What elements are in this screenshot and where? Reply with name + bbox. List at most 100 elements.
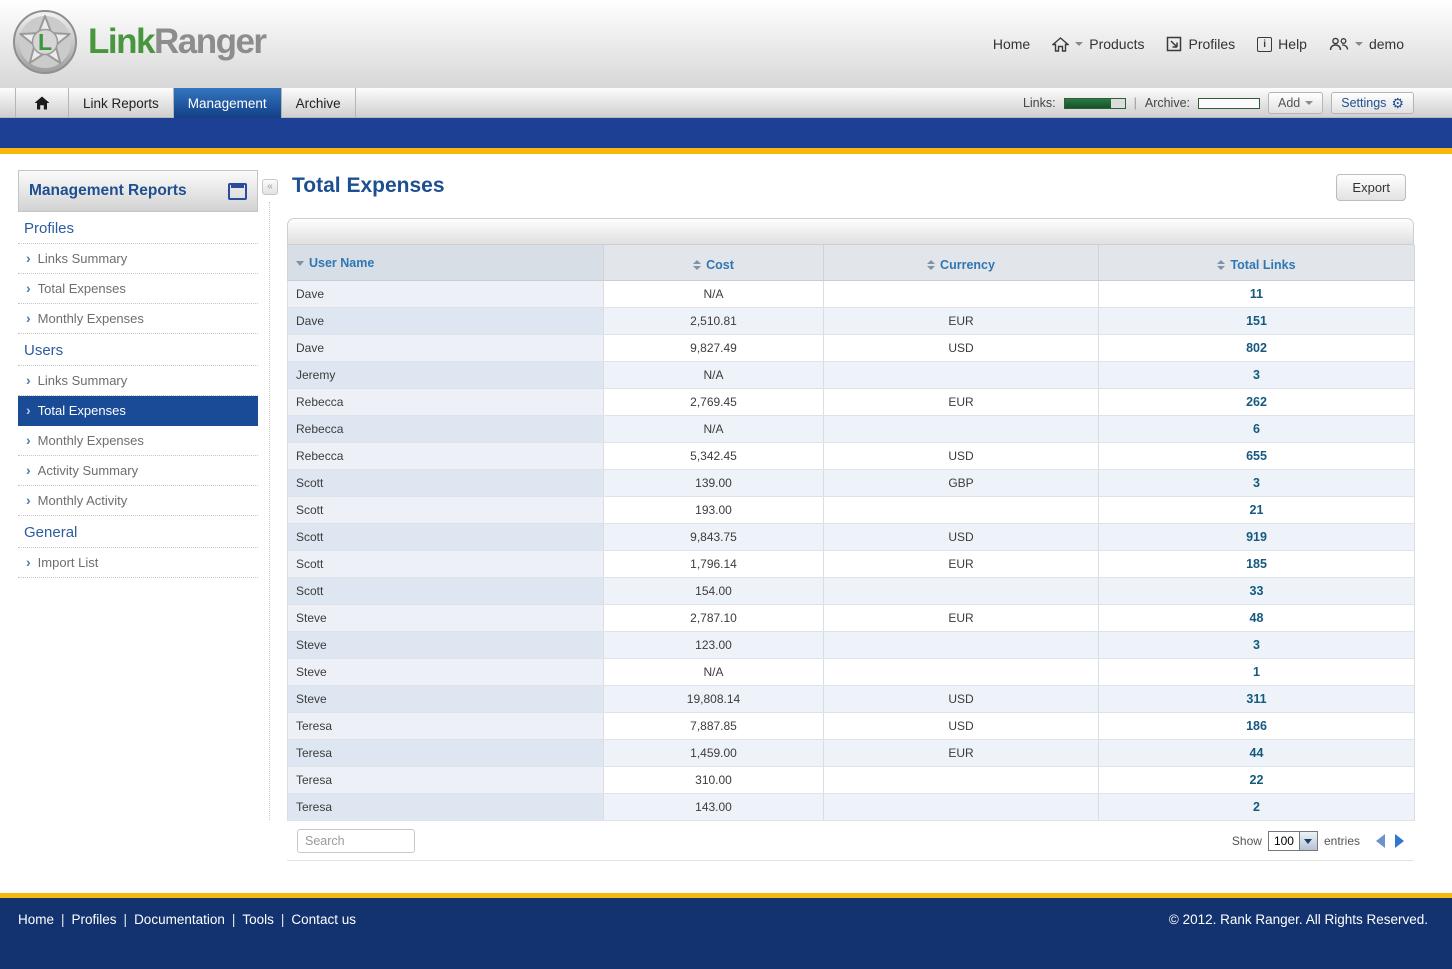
tab-management[interactable]: Management — [174, 88, 282, 118]
settings-button[interactable]: Settings ⚙ — [1331, 92, 1414, 114]
total-links-link[interactable]: 262 — [1246, 395, 1267, 409]
sidebar-title: Management Reports — [29, 182, 187, 200]
table-row: Rebecca2,769.45EUR262 — [288, 389, 1415, 416]
search-input[interactable] — [297, 829, 415, 853]
column-header-cost[interactable]: Cost — [604, 245, 824, 281]
settings-button-label: Settings — [1341, 96, 1386, 110]
sidebar-item-label: Links Summary — [38, 251, 128, 266]
total-links-link[interactable]: 33 — [1250, 584, 1264, 598]
page-size-select[interactable]: 100 — [1268, 831, 1318, 851]
sidebar-item-label: Monthly Expenses — [38, 311, 144, 326]
total-links-link[interactable]: 802 — [1246, 341, 1267, 355]
nav-help-label: Help — [1278, 36, 1307, 52]
cell-currency: USD — [824, 443, 1099, 470]
total-links-link[interactable]: 3 — [1253, 476, 1260, 490]
sidebar-item-activity-summary[interactable]: ›Activity Summary — [18, 456, 258, 486]
total-links-link[interactable]: 48 — [1250, 611, 1264, 625]
total-links-link[interactable]: 3 — [1253, 638, 1260, 652]
sidebar-item-label: Import List — [38, 555, 99, 570]
total-links-link[interactable]: 185 — [1246, 557, 1267, 571]
next-page-button[interactable] — [1395, 834, 1404, 848]
column-header-total-links[interactable]: Total Links — [1099, 245, 1415, 281]
cell-cost: 5,342.45 — [604, 443, 824, 470]
cell-total-links: 33 — [1099, 578, 1415, 605]
cell-total-links: 3 — [1099, 470, 1415, 497]
sidebar-item-monthly-expenses[interactable]: › Monthly Expenses — [18, 426, 258, 456]
total-links-link[interactable]: 44 — [1250, 746, 1264, 760]
nav-user-label: demo — [1369, 36, 1404, 52]
sidebar-item-links-summary[interactable]: ›Links Summary — [18, 366, 258, 396]
cell-total-links: 802 — [1099, 335, 1415, 362]
table-row: Steve2,787.10EUR48 — [288, 605, 1415, 632]
chevron-right-icon: › — [26, 313, 31, 324]
sort-icon — [693, 260, 701, 270]
links-meter-fill — [1065, 99, 1112, 108]
minimize-icon[interactable] — [228, 183, 247, 200]
total-links-link[interactable]: 2 — [1253, 800, 1260, 814]
column-header-user-name[interactable]: User Name — [288, 245, 604, 281]
footer-separator: | — [124, 912, 128, 927]
chevron-right-icon: › — [26, 465, 31, 476]
nav-user-menu[interactable]: demo — [1323, 36, 1410, 52]
tab-link-reports[interactable]: Link Reports — [69, 88, 174, 118]
cell-total-links: 3 — [1099, 362, 1415, 389]
sidebar-item-label: Monthly Expenses — [38, 433, 144, 448]
footer-link-documentation[interactable]: Documentation — [134, 912, 225, 927]
sidebar-item-links-summary[interactable]: ›Links Summary — [18, 244, 258, 274]
cell-currency — [824, 767, 1099, 794]
chevron-right-icon: › — [26, 495, 31, 506]
sidebar-item-import-list[interactable]: ›Import List — [18, 548, 258, 578]
nav-profiles[interactable]: Profiles — [1160, 36, 1241, 52]
chevron-down-icon — [1355, 42, 1363, 46]
cell-cost: 154.00 — [604, 578, 824, 605]
sidebar-collapse-button[interactable]: « — [262, 179, 278, 195]
cell-cost: 143.00 — [604, 794, 824, 821]
cell-currency: EUR — [824, 308, 1099, 335]
total-links-link[interactable]: 6 — [1253, 422, 1260, 436]
sidebar-item-total-expenses[interactable]: ›Total Expenses — [18, 396, 258, 426]
footer-link-contact-us[interactable]: Contact us — [291, 912, 356, 927]
links-meter-label: Links: — [1023, 96, 1056, 110]
nav-products[interactable]: Products — [1046, 36, 1150, 52]
total-links-link[interactable]: 919 — [1246, 530, 1267, 544]
footer-link-tools[interactable]: Tools — [242, 912, 274, 927]
total-links-link[interactable]: 655 — [1246, 449, 1267, 463]
footer-link-profiles[interactable]: Profiles — [72, 912, 117, 927]
add-button[interactable]: Add — [1268, 92, 1323, 114]
total-links-link[interactable]: 11 — [1250, 287, 1263, 301]
footer-separator: | — [232, 912, 236, 927]
cell-cost: 123.00 — [604, 632, 824, 659]
footer-link-home[interactable]: Home — [18, 912, 54, 927]
total-links-link[interactable]: 1 — [1253, 665, 1260, 679]
page-title: Total Expenses — [292, 174, 445, 198]
total-links-link[interactable]: 21 — [1250, 503, 1264, 517]
tab-home[interactable] — [15, 88, 69, 118]
cell-total-links: 1 — [1099, 659, 1415, 686]
app-logo[interactable]: L LinkRanger — [12, 9, 266, 75]
total-links-link[interactable]: 3 — [1253, 368, 1260, 382]
column-header-currency[interactable]: Currency — [824, 245, 1099, 281]
show-label: Show — [1232, 834, 1262, 848]
sidebar-item-monthly-expenses[interactable]: › Monthly Expenses — [18, 304, 258, 334]
table-row: Teresa1,459.00EUR44 — [288, 740, 1415, 767]
total-links-link[interactable]: 151 — [1246, 314, 1267, 328]
nav-help[interactable]: i Help — [1251, 36, 1313, 52]
sidebar-item-total-expenses[interactable]: ›Total Expenses — [18, 274, 258, 304]
sidebar-item-monthly-activity[interactable]: ›Monthly Activity — [18, 486, 258, 516]
total-links-link[interactable]: 186 — [1246, 719, 1267, 733]
total-links-link[interactable]: 22 — [1250, 773, 1264, 787]
footer-separator: | — [61, 912, 65, 927]
cell-total-links: 919 — [1099, 524, 1415, 551]
page-size-value: 100 — [1269, 834, 1299, 848]
column-label: Total Links — [1230, 258, 1295, 272]
export-button[interactable]: Export — [1336, 174, 1406, 201]
nav-home[interactable]: Home — [987, 36, 1036, 52]
chevron-right-icon: › — [26, 435, 31, 446]
sort-icon — [1217, 260, 1225, 270]
tab-archive[interactable]: Archive — [282, 88, 356, 118]
cell-total-links: 44 — [1099, 740, 1415, 767]
tab-archive-label: Archive — [296, 96, 341, 111]
prev-page-button[interactable] — [1376, 834, 1385, 848]
total-links-link[interactable]: 311 — [1246, 692, 1266, 706]
table-row: JeremyN/A3 — [288, 362, 1415, 389]
